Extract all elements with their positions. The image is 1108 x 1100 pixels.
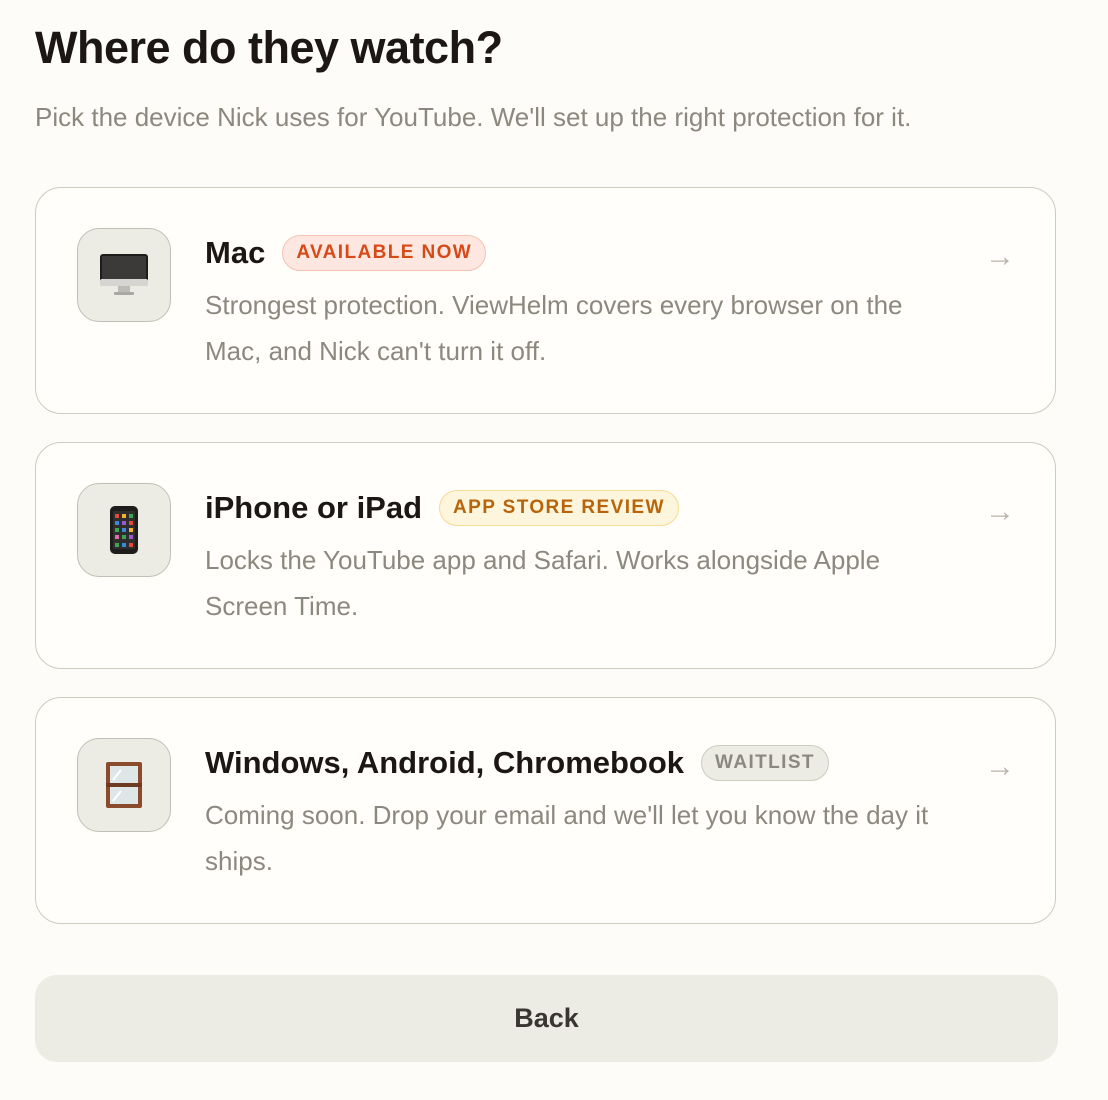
- device-title: iPhone or iPad: [205, 490, 423, 525]
- arrow-right-icon: →: [985, 240, 1015, 273]
- device-card-body: Windows, Android, Chromebook WAITLIST Co…: [205, 742, 945, 884]
- device-card-header: iPhone or iPad APP STORE REVIEW: [205, 487, 945, 529]
- back-button[interactable]: Back: [35, 975, 1058, 1062]
- status-badge: APP STORE REVIEW: [439, 490, 679, 526]
- device-card-body: Mac AVAILABLE NOW Strongest protection. …: [205, 232, 945, 374]
- device-card-header: Mac AVAILABLE NOW: [205, 232, 945, 274]
- arrow-right-icon: →: [985, 750, 1015, 783]
- device-card-header: Windows, Android, Chromebook WAITLIST: [205, 742, 945, 784]
- device-description: Strongest protection. ViewHelm covers ev…: [205, 290, 903, 366]
- window-icon: [77, 738, 171, 832]
- device-description: Coming soon. Drop your email and we'll l…: [205, 800, 929, 876]
- arrow-right-icon: →: [985, 495, 1015, 528]
- device-card-body: iPhone or iPad APP STORE REVIEW Locks th…: [205, 487, 945, 629]
- mobile-phone-icon: [77, 483, 171, 577]
- status-badge: WAITLIST: [701, 745, 829, 781]
- device-title: Mac: [205, 235, 266, 270]
- device-title: Windows, Android, Chromebook: [205, 745, 685, 780]
- page-subtitle: Pick the device Nick uses for YouTube. W…: [35, 102, 912, 132]
- desktop-computer-icon: [77, 228, 171, 322]
- device-card-other-platforms[interactable]: Windows, Android, Chromebook WAITLIST Co…: [35, 697, 1056, 924]
- device-card-iphone-ipad[interactable]: iPhone or iPad APP STORE REVIEW Locks th…: [35, 442, 1056, 669]
- device-description: Locks the YouTube app and Safari. Works …: [205, 545, 881, 621]
- page-title: Where do they watch?: [35, 22, 503, 73]
- device-card-mac[interactable]: Mac AVAILABLE NOW Strongest protection. …: [35, 187, 1056, 414]
- status-badge: AVAILABLE NOW: [282, 235, 487, 271]
